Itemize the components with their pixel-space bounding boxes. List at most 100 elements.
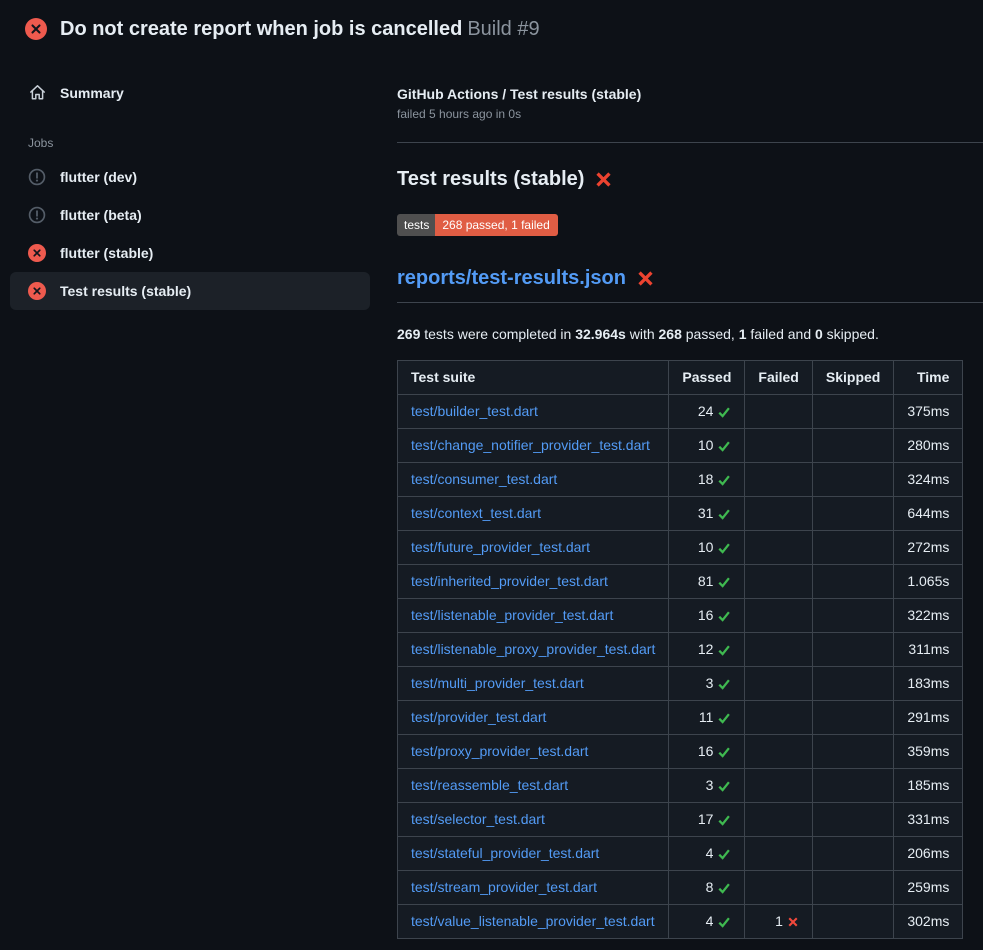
check-icon [717, 609, 731, 623]
suite-link[interactable]: test/consumer_test.dart [411, 471, 557, 487]
table-row: test/stateful_provider_test.dart 4 206ms [398, 837, 963, 871]
check-icon [717, 677, 731, 691]
time-cell: 259ms [894, 871, 963, 905]
summary-text: failed and [747, 326, 816, 342]
jobs-list: flutter (dev) flutter (beta) flutter (stab… [0, 158, 380, 310]
time-cell: 302ms [894, 905, 963, 939]
content-layout: Summary Jobs flutter (dev) flutter (beta)… [0, 56, 983, 939]
count-value: 24 [698, 402, 714, 421]
count-value: 8 [706, 878, 714, 897]
suite-cell: test/stream_provider_test.dart [398, 871, 669, 905]
sidebar-item-test-results-stable[interactable]: Test results (stable) [10, 272, 370, 310]
suite-link[interactable]: test/stream_provider_test.dart [411, 879, 597, 895]
main-panel: GitHub Actions / Test results (stable) f… [380, 56, 983, 939]
suite-link[interactable]: test/listenable_proxy_provider_test.dart [411, 641, 655, 657]
table-header-row: Test suitePassedFailedSkippedTime [398, 361, 963, 395]
suite-link[interactable]: test/builder_test.dart [411, 403, 538, 419]
count-value: 3 [706, 776, 714, 795]
sidebar-item-label: Test results (stable) [60, 283, 191, 299]
check-icon [717, 881, 731, 895]
time-cell: 375ms [894, 395, 963, 429]
table-row: test/proxy_provider_test.dart16359ms [398, 735, 963, 769]
x-circle-icon [28, 282, 46, 300]
table-row: test/reassemble_test.dart3185ms [398, 769, 963, 803]
check-icon [717, 541, 731, 555]
skipped-cell [812, 769, 893, 803]
passed-cell: 31 [669, 497, 745, 531]
count-value: 11 [699, 708, 714, 727]
table-row: test/context_test.dart31644ms [398, 497, 963, 531]
page-title: Do not create report when job is cancell… [60, 17, 540, 41]
failed-cell: 1 [745, 905, 812, 939]
suite-cell: test/stateful_provider_test.dart [398, 837, 669, 871]
breadcrumb: GitHub Actions / Test results (stable) [397, 86, 983, 102]
time-cell: 206ms [894, 837, 963, 871]
suite-link[interactable]: test/selector_test.dart [411, 811, 545, 827]
table-row: test/listenable_provider_test.dart16322m… [398, 599, 963, 633]
suite-link[interactable]: test/stateful_provider_test.dart [411, 845, 599, 861]
sidebar-item-label: flutter (dev) [60, 169, 137, 185]
suite-link[interactable]: test/proxy_provider_test.dart [411, 743, 588, 759]
check-icon [717, 473, 731, 487]
skipped-cell [812, 837, 893, 871]
sidebar: Summary Jobs flutter (dev) flutter (beta)… [0, 56, 380, 310]
run-status-text: failed 5 hours ago in 0s [397, 107, 983, 121]
check-icon [717, 779, 731, 793]
check-icon [717, 439, 731, 453]
passed-cell: 12 [669, 633, 745, 667]
suite-cell: test/change_notifier_provider_test.dart [398, 429, 669, 463]
suite-link[interactable]: test/future_provider_test.dart [411, 539, 590, 555]
sidebar-item-label: flutter (beta) [60, 207, 142, 223]
passed-cell: 3 [669, 769, 745, 803]
suite-link[interactable]: test/provider_test.dart [411, 709, 546, 725]
sidebar-item-flutter-dev[interactable]: flutter (dev) [10, 158, 370, 196]
summary-text: tests were completed in [420, 326, 575, 342]
sidebar-item-summary[interactable]: Summary [10, 74, 370, 111]
sidebar-item-flutter-beta[interactable]: flutter (beta) [10, 196, 370, 234]
time-cell: 359ms [894, 735, 963, 769]
failed-cell [745, 395, 812, 429]
x-circle-icon [28, 244, 46, 262]
skipped-cell [812, 565, 893, 599]
check-icon [717, 575, 731, 589]
failed-cell [745, 735, 812, 769]
check-icon [717, 643, 731, 657]
check-run-header: Do not create report when job is cancell… [0, 0, 983, 56]
suite-link[interactable]: test/reassemble_test.dart [411, 777, 568, 793]
suite-link[interactable]: test/multi_provider_test.dart [411, 675, 584, 691]
count-value: 10 [698, 436, 714, 455]
failed-cell [745, 497, 812, 531]
table-row: test/provider_test.dart11291ms [398, 701, 963, 735]
failed-cell [745, 667, 812, 701]
suite-link[interactable]: test/change_notifier_provider_test.dart [411, 437, 650, 453]
suite-cell: test/provider_test.dart [398, 701, 669, 735]
sidebar-item-flutter-stable[interactable]: flutter (stable) [10, 234, 370, 272]
summary-text: skipped. [823, 326, 879, 342]
count-value: 3 [706, 674, 714, 693]
suite-cell: test/listenable_provider_test.dart [398, 599, 669, 633]
summary-text: passed, [682, 326, 739, 342]
jobs-section-heading: Jobs [28, 136, 380, 150]
passed-cell: 10 [669, 429, 745, 463]
tests-summary-line: 269 tests were completed in 32.964s with… [397, 326, 983, 342]
skipped-cell [812, 599, 893, 633]
suite-cell: test/proxy_provider_test.dart [398, 735, 669, 769]
suite-link[interactable]: test/context_test.dart [411, 505, 541, 521]
suite-link[interactable]: test/inherited_provider_test.dart [411, 573, 608, 589]
suite-link[interactable]: test/value_listenable_provider_test.dart [411, 913, 655, 929]
failed-cell [745, 803, 812, 837]
failed-cell [745, 565, 812, 599]
check-icon [717, 711, 731, 725]
report-file-link[interactable]: reports/test-results.json [397, 267, 626, 290]
failed-cell [745, 701, 812, 735]
count-value: 4 [706, 844, 714, 863]
suite-link[interactable]: test/listenable_provider_test.dart [411, 607, 613, 623]
passed-cell: 10 [669, 531, 745, 565]
column-header-passed: Passed [669, 361, 745, 395]
check-icon [717, 745, 731, 759]
skipped-cell [812, 735, 893, 769]
failed-cell [745, 769, 812, 803]
failed-cell [745, 871, 812, 905]
skipped-cell [812, 633, 893, 667]
suite-cell: test/listenable_proxy_provider_test.dart [398, 633, 669, 667]
